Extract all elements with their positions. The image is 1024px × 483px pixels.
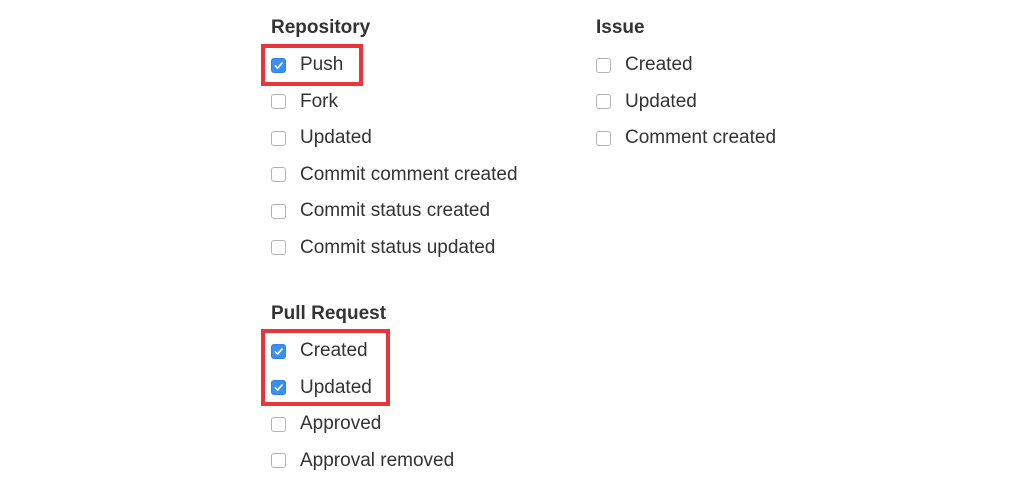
pull-request-heading: Pull Request [271, 303, 387, 324]
checkbox[interactable] [271, 203, 286, 219]
repository-heading: Repository [271, 17, 371, 38]
pull-request-option-approved[interactable]: Approved [271, 406, 454, 443]
issue-options: Created Updated Comment created [596, 47, 776, 157]
webhook-triggers-panel: Repository Push Fork Updated Commit comm… [0, 0, 1024, 483]
pull-request-option-approval-removed[interactable]: Approval removed [271, 443, 454, 480]
option-label: Comment created [625, 127, 777, 149]
highlight-annotation-pull-request [261, 329, 390, 406]
option-label: Fork [300, 90, 338, 112]
issue-heading: Issue [596, 17, 645, 38]
option-label: Approved [300, 413, 382, 435]
checkbox[interactable] [271, 130, 286, 146]
issue-option-created[interactable]: Created [596, 47, 776, 84]
issue-option-updated[interactable]: Updated [596, 84, 776, 121]
option-label: Updated [625, 90, 697, 112]
repository-option-updated[interactable]: Updated [271, 120, 518, 157]
repository-option-commit-status-updated[interactable]: Commit status updated [271, 230, 518, 267]
option-label: Commit status updated [300, 236, 496, 258]
option-label: Approval removed [300, 449, 455, 471]
option-label: Updated [300, 127, 372, 149]
repository-option-commit-status-created[interactable]: Commit status created [271, 193, 518, 230]
repository-option-commit-comment-created[interactable]: Commit comment created [271, 157, 518, 194]
checkbox[interactable] [271, 453, 286, 469]
option-label: Commit status created [300, 200, 491, 222]
highlight-annotation-push [261, 44, 363, 86]
checkbox[interactable] [271, 167, 286, 183]
option-label: Created [625, 54, 693, 76]
checkbox[interactable] [271, 416, 286, 432]
checkbox[interactable] [596, 57, 611, 73]
checkbox[interactable] [271, 240, 286, 256]
checkbox[interactable] [271, 94, 286, 110]
issue-option-comment-created[interactable]: Comment created [596, 120, 776, 157]
checkbox[interactable] [596, 130, 611, 146]
option-label: Commit comment created [300, 163, 518, 185]
issue-group: Issue Created Updated Comment created [596, 16, 776, 157]
checkbox[interactable] [596, 94, 611, 110]
repository-option-fork[interactable]: Fork [271, 84, 518, 121]
